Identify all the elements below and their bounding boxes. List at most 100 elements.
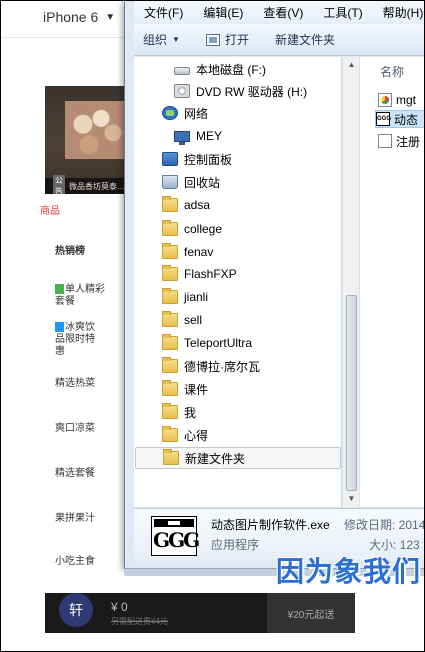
control-panel-icon	[162, 152, 178, 166]
icon-letters: GGG	[153, 528, 200, 552]
category-single-set[interactable]: 单人精彩套餐	[55, 284, 105, 308]
tab-products[interactable]: 商品	[40, 206, 100, 218]
folder-icon	[162, 243, 178, 259]
computer-icon	[174, 131, 190, 145]
nav-label: 心得	[184, 428, 209, 443]
nav-item-sell[interactable]: sell	[134, 309, 340, 331]
folder-icon	[162, 334, 178, 350]
announcement-tag: 公告	[53, 175, 65, 194]
chevron-down-icon: ▼	[172, 35, 180, 44]
file-explorer-window: 文件(F) 编辑(E) 查看(V) 工具(T) 帮助(H) 组织 ▼ 打开 新建…	[124, 0, 425, 568]
category-drinks[interactable]: 冰爽饮品限时特惠	[55, 322, 103, 358]
nav-item-new-folder[interactable]: 新建文件夹	[135, 447, 341, 469]
nav-label: 控制面板	[184, 152, 233, 167]
menu-view[interactable]: 查看(V)	[253, 4, 313, 21]
nav-item-recycle-bin[interactable]: 回收站	[134, 171, 340, 193]
ggg-file-icon: GGG	[376, 112, 391, 126]
file-name: 动态	[394, 112, 419, 127]
shop-banner[interactable]: 公告 微品香坊莫泰…	[45, 86, 125, 194]
cart-bar: 轩 ¥ 0 另需配送费¥4元 ¥20元起送	[45, 593, 355, 633]
device-name: iPhone 6	[43, 9, 99, 25]
dvd-icon	[174, 84, 190, 98]
category-set-meals[interactable]: 精选套餐	[55, 468, 115, 480]
scrollbar-thumb[interactable]	[346, 295, 357, 491]
folder-icon	[162, 196, 178, 212]
folder-icon	[162, 220, 178, 236]
checkout-button[interactable]: ¥20元起送	[267, 593, 355, 633]
scroll-up-icon[interactable]: ▲	[343, 57, 360, 73]
nav-scrollbar[interactable]: ▲ ▼	[342, 57, 359, 507]
folder-icon	[162, 265, 178, 281]
nav-label: 本地磁盘 (F:)	[196, 62, 266, 77]
nav-item-flashfxp[interactable]: FlashFXP	[134, 263, 340, 285]
menu-tools[interactable]: 工具(T)	[313, 4, 372, 21]
nav-item-control-panel[interactable]: 控制面板	[134, 148, 340, 170]
nav-item-notes[interactable]: 心得	[134, 424, 340, 446]
nav-item-deborah-silva[interactable]: 德博拉·席尔瓦	[134, 355, 340, 377]
announcement-bar: 公告 微品香坊莫泰…	[45, 175, 125, 194]
discount-badge-icon	[55, 322, 64, 333]
file-name: 注册	[396, 134, 421, 149]
nav-label: 德博拉·席尔瓦	[184, 359, 260, 374]
category-cold-dishes[interactable]: 爽口凉菜	[55, 423, 115, 435]
file-row[interactable]: 注册	[378, 132, 420, 150]
new-folder-button[interactable]: 新建文件夹	[266, 31, 344, 48]
nav-label: 回收站	[184, 175, 221, 190]
organize-button[interactable]: 组织 ▼	[134, 31, 189, 48]
cart-total: ¥ 0	[111, 600, 128, 614]
network-icon	[162, 106, 178, 120]
nav-label: FlashFXP	[184, 267, 237, 281]
open-label: 打开	[224, 33, 249, 47]
nav-label: jianli	[184, 290, 209, 304]
chrome-file-icon	[378, 93, 392, 107]
category-snacks[interactable]: 小吃主食	[55, 556, 115, 568]
scroll-down-icon[interactable]: ▼	[343, 491, 360, 507]
nav-item-jianli[interactable]: jianli	[134, 286, 340, 308]
chevron-down-icon: ▼	[105, 11, 116, 23]
file-list-pane: 名称 mgt GGG 动态 注册	[359, 57, 425, 507]
food-image	[65, 101, 125, 159]
folder-icon	[163, 449, 179, 465]
file-row[interactable]: mgt	[378, 91, 416, 109]
nav-item-teleportultra[interactable]: TeleportUltra	[134, 332, 340, 354]
folder-icon	[162, 357, 178, 373]
nav-item-college[interactable]: college	[134, 218, 340, 240]
nav-label: sell	[184, 313, 203, 327]
menu-help[interactable]: 帮助(H)	[373, 4, 425, 21]
menu-edit[interactable]: 编辑(E)	[193, 4, 253, 21]
watermark-text: 因为象我们	[276, 556, 422, 587]
nav-label: MEY	[196, 129, 223, 143]
selected-file-type: 应用程序	[211, 538, 260, 552]
nav-item-adsa[interactable]: adsa	[134, 194, 340, 216]
category-fruit[interactable]: 果拼果汁	[55, 513, 115, 525]
selected-file-modified: 修改日期: 2014	[344, 518, 425, 532]
folder-icon	[162, 311, 178, 327]
column-header-name[interactable]: 名称	[380, 63, 404, 80]
navigation-pane: 本地磁盘 (F:) DVD RW 驱动器 (H:) 网络 MEY 控制面板 回收…	[134, 57, 342, 507]
category-hot[interactable]: 热销榜	[55, 246, 115, 258]
nav-item-local-disk-f[interactable]: 本地磁盘 (F:)	[134, 58, 340, 80]
announcement-text: 微品香坊莫泰…	[69, 181, 125, 191]
nav-item-network[interactable]: 网络	[134, 102, 340, 124]
nav-item-mey[interactable]: MEY	[134, 125, 340, 147]
menu-file[interactable]: 文件(F)	[134, 4, 193, 21]
folder-icon	[162, 288, 178, 304]
nav-item-fenav[interactable]: fenav	[134, 241, 340, 263]
delivery-fee-note: 另需配送费¥4元	[111, 617, 168, 626]
category-hot-dishes[interactable]: 精选热菜	[55, 378, 115, 390]
nav-label: adsa	[184, 198, 211, 212]
cart-avatar[interactable]: 轩	[59, 593, 93, 627]
nav-item-me[interactable]: 我	[134, 401, 340, 423]
folder-icon	[162, 380, 178, 396]
device-selector[interactable]: iPhone 6 ▼	[43, 9, 115, 25]
nav-label: 我	[184, 405, 197, 420]
nav-item-dvd-drive[interactable]: DVD RW 驱动器 (H:)	[134, 80, 340, 102]
drive-icon	[174, 67, 190, 75]
recycle-bin-icon	[162, 175, 178, 189]
nav-label: fenav	[184, 245, 214, 259]
organize-label: 组织	[143, 33, 168, 47]
nav-label: DVD RW 驱动器 (H:)	[196, 84, 308, 99]
file-row-selected[interactable]: GGG 动态	[375, 110, 425, 128]
nav-item-courseware[interactable]: 课件	[134, 378, 340, 400]
open-button[interactable]: 打开	[197, 31, 258, 48]
